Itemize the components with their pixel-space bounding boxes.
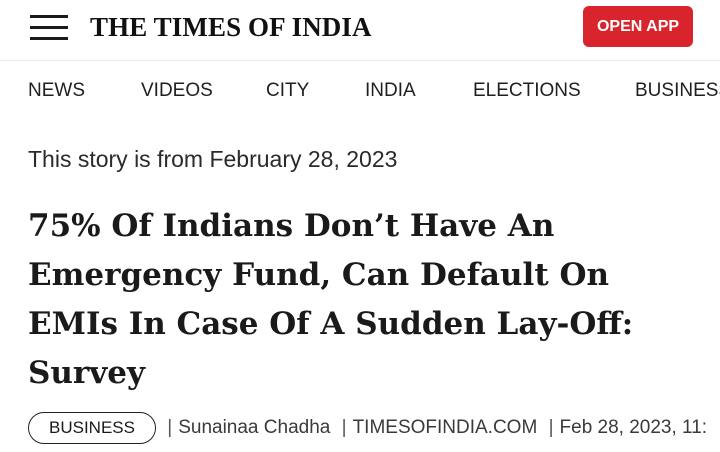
nav-item-city[interactable]: CITY (266, 80, 309, 102)
publish-timestamp: Feb 28, 2023, 11: (559, 417, 708, 438)
nav-item-elections[interactable]: ELECTIONS (473, 80, 581, 102)
menu-line (30, 15, 68, 18)
story-date-notice: This story is from February 28, 2023 (28, 146, 398, 172)
hamburger-menu-icon[interactable] (30, 15, 68, 41)
menu-line (30, 26, 68, 29)
section-nav: NEWS VIDEOS CITY INDIA ELECTIONS BUSINES… (0, 61, 720, 121)
byline-separator: | (548, 417, 554, 438)
open-app-button[interactable]: OPEN APP (583, 6, 693, 47)
article-source: TIMESOFINDIA.COM (352, 417, 538, 438)
article-headline: 75% Of Indians Don’t Have An Emergency F… (28, 208, 634, 391)
article-byline: BUSINESS | Sunainaa Chadha | TIMESOFINDIA.… (28, 411, 707, 445)
top-bar: THE TIMES OF INDIA OPEN APP (0, 0, 720, 61)
section-tag-business[interactable]: BUSINESS (28, 411, 156, 444)
nav-item-india[interactable]: INDIA (365, 80, 416, 102)
menu-line (30, 37, 68, 40)
brand-logo[interactable]: THE TIMES OF INDIA (90, 10, 372, 44)
author-name[interactable]: Sunainaa Chadha (178, 417, 330, 438)
nav-item-news[interactable]: NEWS (28, 80, 85, 102)
nav-item-videos[interactable]: VIDEOS (141, 80, 213, 102)
byline-separator: | (341, 417, 347, 438)
byline-separator: | (167, 417, 173, 438)
nav-item-business[interactable]: BUSINESS (635, 80, 720, 102)
